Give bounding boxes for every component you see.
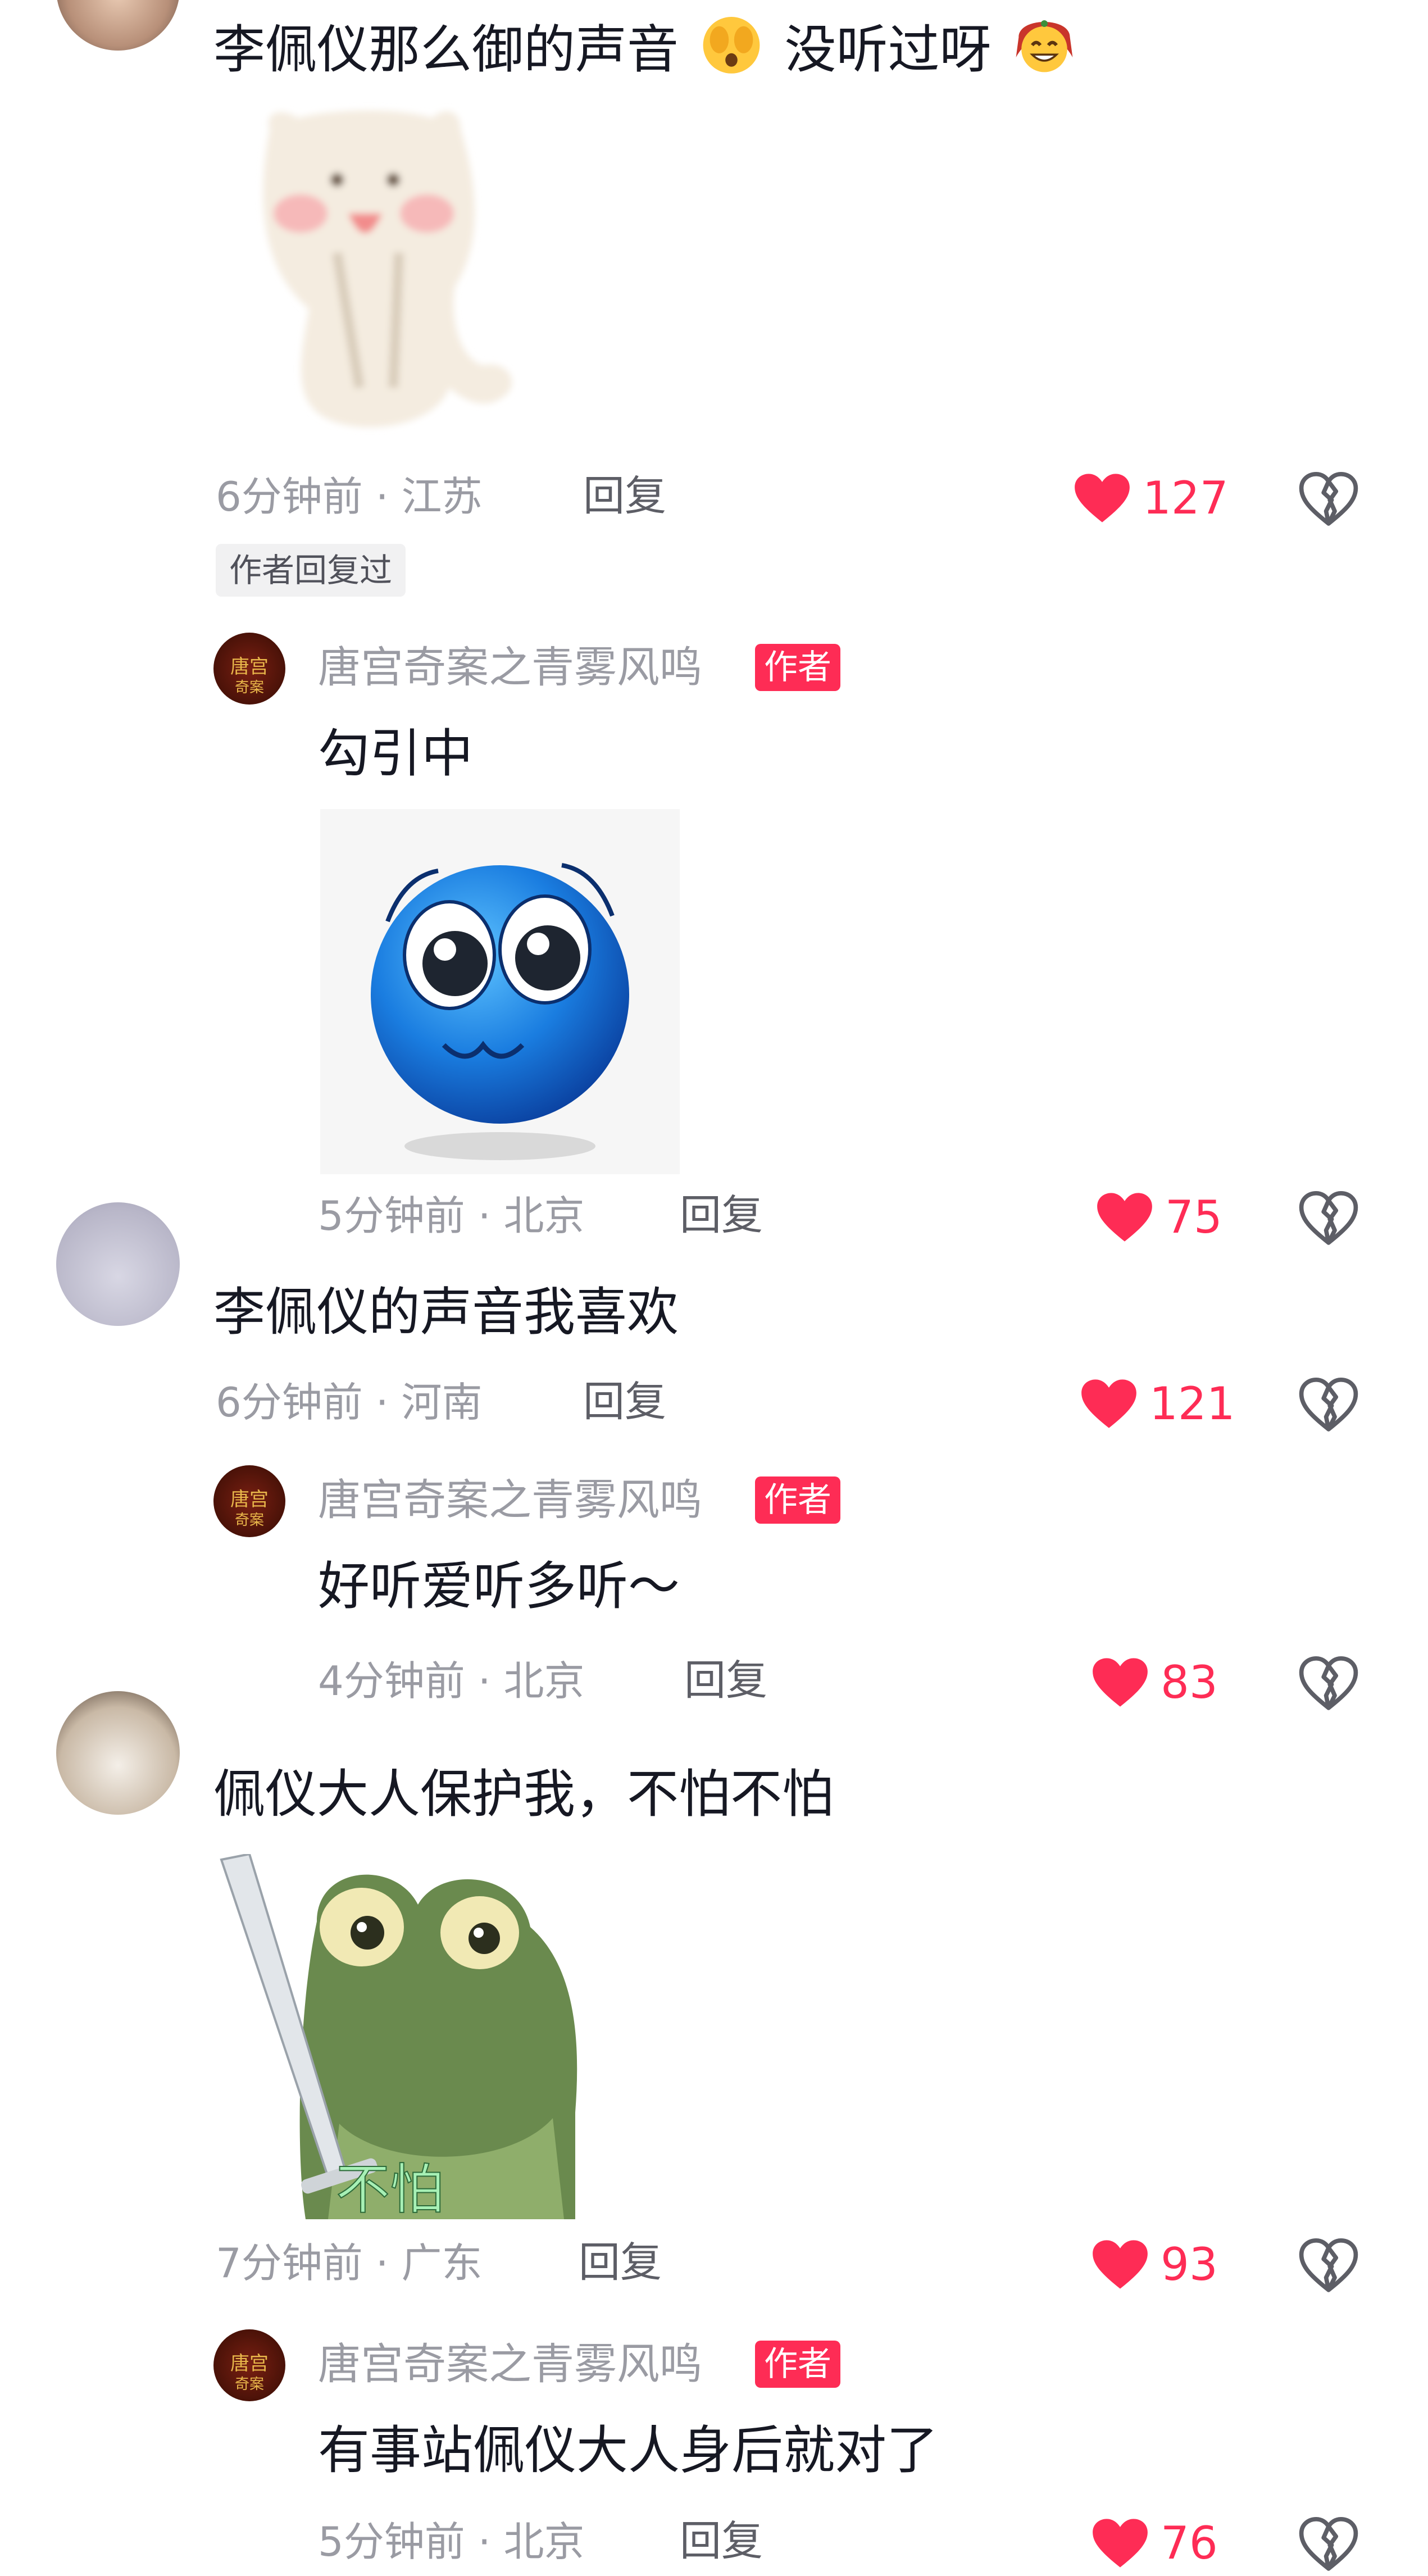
comment-timestamp: 6分钟前 · 河南 [216, 1379, 483, 1426]
reply-button[interactable]: 回复 [579, 2242, 662, 2283]
heart-icon [1091, 1656, 1149, 1709]
author-avatar[interactable]: 唐宫 奇案 [213, 2329, 285, 2401]
author-username[interactable]: 唐宫奇案之青雾风鸣 [318, 2343, 702, 2386]
broken-heart-icon[interactable] [1298, 2236, 1359, 2297]
like-count: 127 [1143, 472, 1229, 524]
heart-icon [1080, 1378, 1138, 1430]
author-username[interactable]: 唐宫奇案之青雾风鸣 [318, 1479, 702, 1521]
shy-face-emoji-icon [695, 10, 768, 86]
like-button[interactable]: 75 [1095, 1191, 1222, 1244]
blue-smiley-sticker-image[interactable] [320, 809, 680, 1174]
broken-heart-icon[interactable] [1298, 1375, 1359, 1437]
like-count: 93 [1161, 2238, 1218, 2291]
reply-timestamp: 5分钟前 · 北京 [318, 1192, 585, 1239]
reply-button[interactable]: 回复 [583, 475, 666, 517]
like-button[interactable]: 121 [1080, 1378, 1235, 1430]
commenter-avatar[interactable] [56, 0, 180, 51]
reply-button[interactable]: 回复 [680, 2520, 763, 2562]
like-button[interactable]: 76 [1091, 2517, 1218, 2570]
reply-timestamp: 4分钟前 · 北京 [318, 1657, 585, 1705]
heart-icon [1095, 1191, 1154, 1244]
reply-text: 勾引中 [318, 724, 474, 784]
broken-heart-icon[interactable] [1298, 1188, 1359, 1250]
svg-text:奇案: 奇案 [235, 1512, 264, 1529]
reply-text: 好听爱听多听～ [318, 1556, 680, 1616]
svg-text:唐宫: 唐宫 [230, 656, 269, 678]
svg-text:奇案: 奇案 [235, 679, 264, 696]
author-username[interactable]: 唐宫奇案之青雾风鸣 [318, 646, 702, 689]
like-count: 76 [1161, 2517, 1218, 2569]
like-button[interactable]: 127 [1073, 472, 1229, 525]
author-replied-badge: 作者回复过 [216, 544, 406, 597]
cat-sticker-image[interactable] [247, 96, 539, 438]
heart-icon [1091, 2517, 1149, 2570]
grinning-face-emoji-icon [1008, 10, 1081, 86]
like-count: 75 [1165, 1191, 1222, 1243]
broken-heart-icon[interactable] [1298, 2514, 1359, 2576]
reply-button[interactable]: 回复 [684, 1660, 767, 1701]
author-badge: 作者 [755, 1476, 840, 1524]
author-badge: 作者 [755, 2341, 840, 2388]
like-count: 83 [1161, 1656, 1218, 1709]
svg-text:奇案: 奇案 [235, 2376, 264, 2393]
heart-icon [1091, 2238, 1149, 2291]
comment-text: 李佩仪的声音我喜欢 [213, 1282, 679, 1342]
comment-text: 李佩仪那么御的声音 [213, 20, 679, 80]
author-avatar[interactable]: 唐宫 奇案 [213, 1465, 285, 1537]
like-button[interactable]: 83 [1091, 1656, 1218, 1709]
commenter-avatar[interactable] [56, 1202, 180, 1326]
like-button[interactable]: 93 [1091, 2238, 1218, 2291]
comment-timestamp: 6分钟前 · 江苏 [216, 473, 483, 520]
comment-text-continued: 没听过呀 [784, 20, 992, 80]
heart-icon [1073, 472, 1131, 525]
commenter-avatar[interactable] [56, 1691, 180, 1815]
author-badge: 作者 [755, 644, 840, 691]
svg-text:唐宫: 唐宫 [230, 1488, 269, 1511]
comment-text: 佩仪大人保护我，不怕不怕 [213, 1764, 834, 1824]
reply-text: 有事站佩仪大人身后就对了 [318, 2420, 939, 2480]
svg-text:唐宫: 唐宫 [230, 2352, 269, 2375]
frog-sticker-image[interactable]: 不怕 [216, 1854, 581, 2219]
broken-heart-icon[interactable] [1298, 469, 1359, 531]
reply-timestamp: 5分钟前 · 北京 [318, 2518, 585, 2565]
sticker-caption: 不怕 [336, 2158, 444, 2219]
reply-button[interactable]: 回复 [583, 1381, 666, 1423]
like-count: 121 [1149, 1378, 1235, 1430]
broken-heart-icon[interactable] [1298, 1653, 1359, 1715]
author-avatar[interactable]: 唐宫 奇案 [213, 633, 285, 705]
reply-button[interactable]: 回复 [680, 1194, 763, 1236]
comment-timestamp: 7分钟前 · 广东 [216, 2239, 483, 2287]
